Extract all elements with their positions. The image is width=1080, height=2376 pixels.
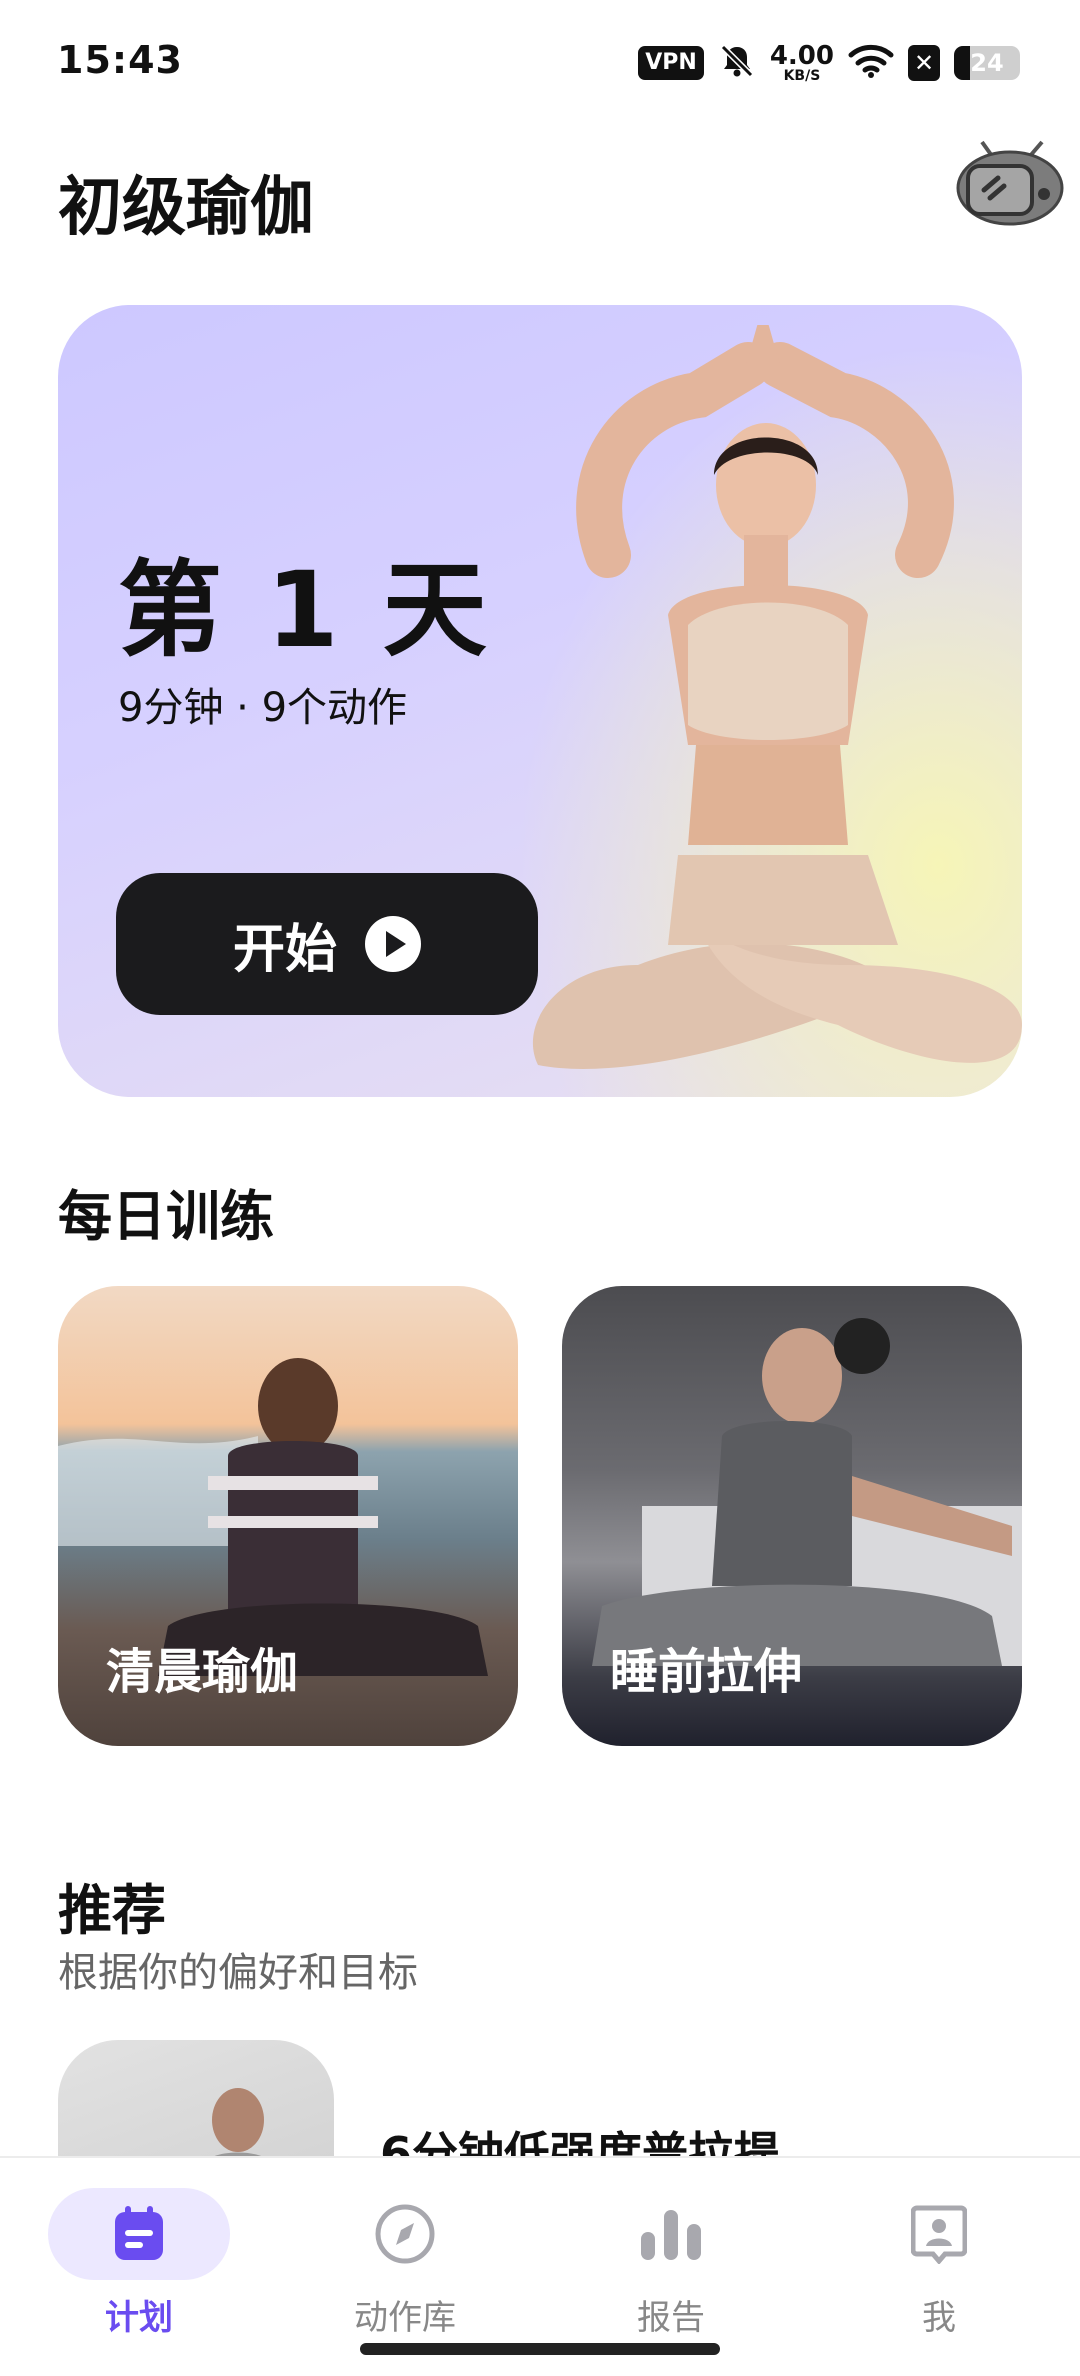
status-time: 15:43 xyxy=(57,38,183,82)
vpn-badge: VPN xyxy=(638,46,704,80)
hero-card[interactable]: 第 1 天 9分钟 · 9个动作 开始 xyxy=(58,305,1022,1097)
calendar-icon xyxy=(48,2188,230,2280)
nav-tab-me[interactable]: 我 xyxy=(804,2158,1074,2358)
home-indicator[interactable] xyxy=(360,2343,720,2355)
sim-off-icon: ✕ xyxy=(908,45,940,81)
daily-section-title: 每日训练 xyxy=(58,1185,274,1248)
nav-tab-exercise-library[interactable]: 动作库 xyxy=(270,2158,540,2358)
profile-icon xyxy=(848,2188,1030,2280)
nav-tab-plan[interactable]: 计划 xyxy=(4,2158,274,2358)
battery-level: 24 xyxy=(970,49,1004,77)
mute-bell-icon xyxy=(718,42,756,84)
wifi-icon xyxy=(848,43,894,83)
page-title: 初级瑜伽 xyxy=(58,171,314,245)
bar-chart-icon xyxy=(580,2188,762,2280)
battery-indicator: 24 xyxy=(954,46,1020,80)
network-speed: 4.00 KB/S xyxy=(770,43,834,83)
recommend-section-title: 推荐 xyxy=(58,1879,166,1942)
yoga-woman-illustration xyxy=(532,325,1022,1069)
network-speed-unit: KB/S xyxy=(783,68,821,84)
nav-tab-label: 计划 xyxy=(105,2298,173,2338)
robot-mascot-icon[interactable] xyxy=(946,138,1070,238)
daily-card-label: 清晨瑜伽 xyxy=(106,1644,299,1700)
nav-tab-label: 报告 xyxy=(637,2298,705,2338)
network-speed-value: 4.00 xyxy=(769,41,834,71)
status-bar: 15:43 VPN 4.00 KB/S ✕ 24 xyxy=(0,0,1080,128)
hero-meta: 9分钟 · 9个动作 xyxy=(118,685,408,731)
status-icons: VPN 4.00 KB/S ✕ 24 xyxy=(638,40,1020,86)
start-button-label: 开始 xyxy=(232,919,337,980)
hero-day-title: 第 1 天 xyxy=(118,549,491,671)
nav-tab-label: 我 xyxy=(922,2298,956,2338)
recommend-section-subtitle: 根据你的偏好和目标 xyxy=(58,1950,418,1996)
compass-icon xyxy=(314,2188,496,2280)
play-icon xyxy=(365,916,421,972)
daily-card-bedtime-stretch[interactable]: 睡前拉伸 xyxy=(562,1286,1022,1746)
daily-card-morning-yoga[interactable]: 清晨瑜伽 xyxy=(58,1286,518,1746)
nav-tab-report[interactable]: 报告 xyxy=(536,2158,806,2358)
nav-tab-label: 动作库 xyxy=(354,2298,456,2338)
daily-card-label: 睡前拉伸 xyxy=(610,1644,803,1700)
start-button[interactable]: 开始 xyxy=(116,873,538,1015)
